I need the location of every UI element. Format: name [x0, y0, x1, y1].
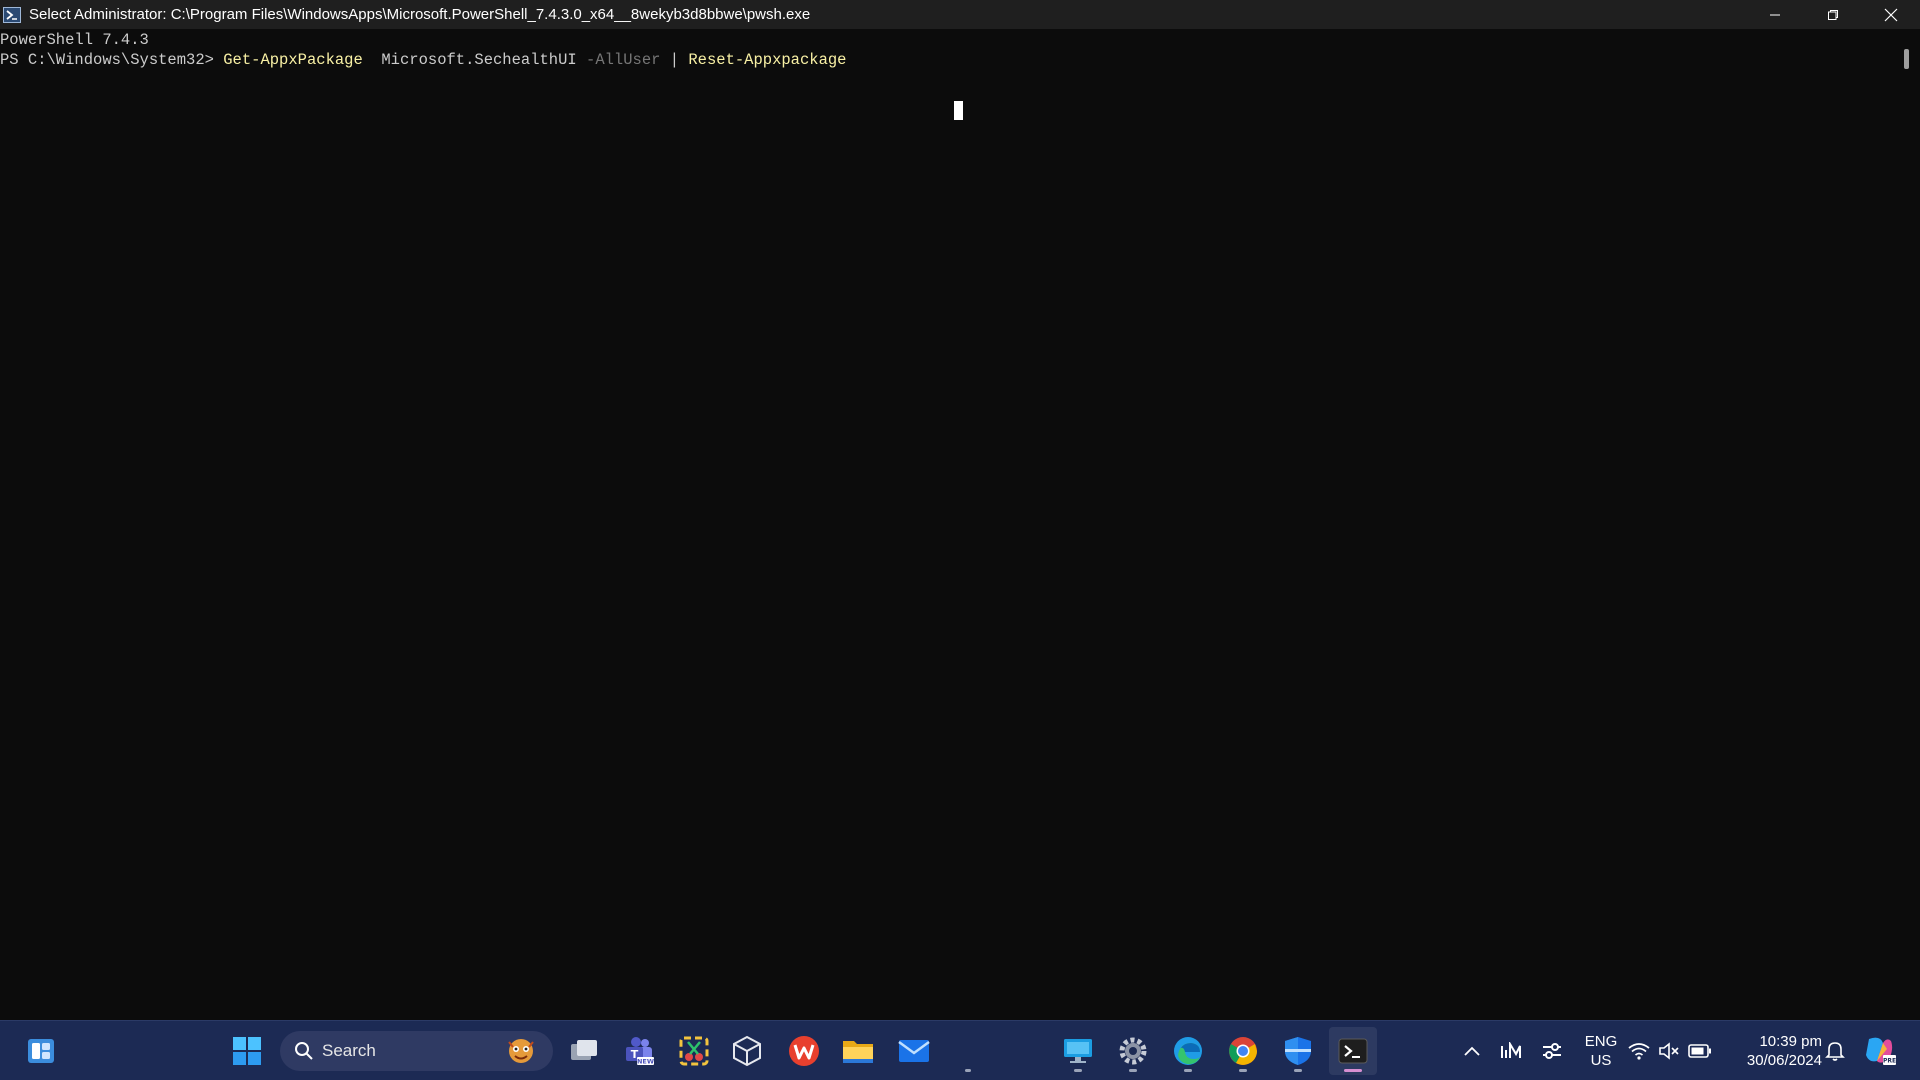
clock[interactable]: 10:39 pm 30/06/2024 [1730, 1027, 1822, 1075]
language-code: ENG [1584, 1033, 1618, 1050]
start-button[interactable] [223, 1027, 271, 1075]
3d-viewer-icon [733, 1035, 761, 1067]
clock-date: 30/06/2024 [1746, 1052, 1822, 1069]
window-title: Select Administrator: C:\Program Files\W… [29, 6, 811, 23]
notifications-button[interactable] [1814, 1027, 1856, 1075]
mail-button[interactable] [890, 1027, 938, 1075]
window-controls [1746, 0, 1920, 29]
argument-package-name: Microsoft.SechealthUI [362, 51, 587, 69]
edge-button[interactable] [1164, 1027, 1212, 1075]
settings-icon [1119, 1037, 1147, 1065]
taskbar-search[interactable]: Search [280, 1031, 553, 1071]
snipping-tool-icon [679, 1036, 709, 1066]
task-view-icon [571, 1040, 597, 1060]
command-reset-appxpackage: Reset-Appxpackage [688, 51, 847, 69]
snipping-tool-button[interactable] [670, 1027, 718, 1075]
minimize-icon [1770, 14, 1780, 15]
text-cursor [954, 101, 963, 120]
search-label: Search [322, 1041, 376, 1060]
teams-icon: TNEW [626, 1037, 654, 1066]
volume-muted-icon [1659, 1042, 1679, 1060]
clock-time: 10:39 pm [1759, 1033, 1822, 1050]
remote-desktop-button[interactable] [1054, 1027, 1102, 1075]
settings-button[interactable] [1109, 1027, 1157, 1075]
wps-office-icon [789, 1036, 819, 1066]
chrome-button[interactable] [1219, 1027, 1267, 1075]
restore-button[interactable] [1804, 0, 1862, 29]
teams-button[interactable]: T NEW [615, 1027, 663, 1075]
taskbar: Search T NEW ENG US 10:39 pm 30/06/2024 … [0, 1020, 1920, 1080]
wps-office-button[interactable] [780, 1027, 828, 1075]
file-explorer-icon [843, 1041, 873, 1063]
title-bar[interactable]: Select Administrator: C:\Program Files\W… [0, 0, 1920, 29]
search-icon [295, 1042, 313, 1060]
terminal-icon [1338, 1038, 1368, 1064]
command-get-appxpackage: Get-AppxPackage [223, 51, 363, 69]
pipe-operator: | [660, 51, 689, 69]
banner-line: PowerShell 7.4.3 [0, 31, 149, 49]
minimize-button[interactable] [1746, 0, 1804, 29]
language-region: US [1590, 1052, 1612, 1069]
notification-bell-icon [1825, 1042, 1845, 1061]
svg-text:NEW: NEW [637, 1058, 654, 1066]
terminal-scrollbar[interactable] [1902, 29, 1910, 1021]
meter-icon [1501, 1042, 1521, 1058]
start-icon [233, 1037, 261, 1065]
wifi-icon [1628, 1043, 1650, 1060]
task-view-button[interactable] [560, 1027, 608, 1075]
command-line: PS C:\Windows\System32> Get-AppxPackage … [0, 50, 1900, 70]
tray-switch-button[interactable] [1528, 1027, 1576, 1075]
copilot-icon: PRE [1866, 1037, 1896, 1065]
network-volume-battery-group[interactable] [1622, 1027, 1718, 1075]
terminal-output[interactable]: PowerShell 7.4.3 PS C:\Windows\System32>… [0, 29, 1900, 1022]
file-explorer-button[interactable] [834, 1027, 882, 1075]
3d-viewer-button[interactable] [723, 1027, 771, 1075]
restore-icon [1828, 9, 1838, 20]
mail-icon [898, 1040, 930, 1062]
widgets-button[interactable] [17, 1027, 65, 1075]
chrome-icon [1229, 1037, 1257, 1065]
powershell-icon [3, 6, 21, 23]
remote-desktop-icon [1064, 1039, 1092, 1063]
battery-icon [1688, 1044, 1711, 1058]
defender-button[interactable] [1274, 1027, 1322, 1075]
chevron-up-icon [1464, 1046, 1480, 1056]
close-icon [1884, 8, 1898, 21]
parameter-alluser: -AllUser [586, 51, 661, 69]
prompt: PS C:\Windows\System32> [0, 51, 224, 69]
search-highlight-icon [508, 1039, 534, 1063]
terminal-button[interactable] [1329, 1027, 1377, 1075]
svg-text:PRE: PRE [1883, 1058, 1896, 1065]
scroll-thumb[interactable] [1904, 49, 1909, 69]
widgets-icon [28, 1039, 54, 1063]
running-app-indicator[interactable] [944, 1027, 992, 1075]
edge-icon [1174, 1037, 1202, 1065]
language-indicator[interactable]: ENG US [1577, 1027, 1625, 1075]
copilot-button[interactable]: PRE [1856, 1027, 1904, 1075]
close-button[interactable] [1862, 0, 1920, 29]
defender-icon [1285, 1037, 1311, 1065]
toggle-switch-icon [1543, 1043, 1561, 1059]
